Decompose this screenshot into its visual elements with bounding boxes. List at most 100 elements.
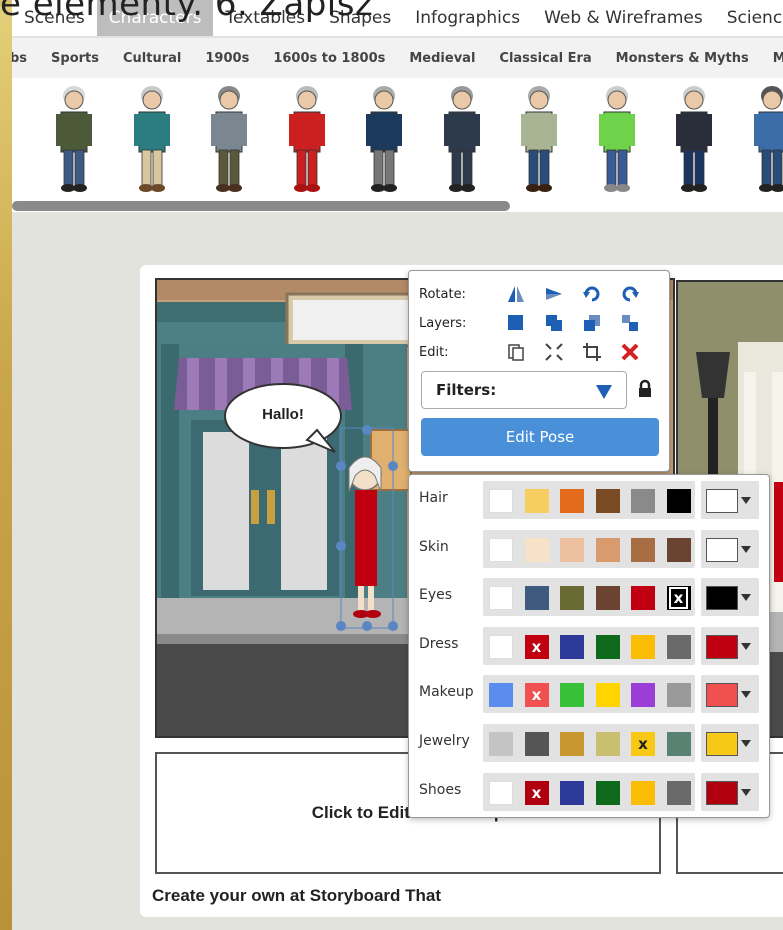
rotate-label: Rotate: — [419, 286, 466, 302]
send-backward-icon[interactable] — [573, 312, 611, 334]
color-swatch[interactable] — [489, 683, 513, 708]
color-row-label: Dress — [419, 635, 459, 652]
color-swatch[interactable] — [631, 683, 655, 708]
character-figure — [521, 86, 557, 192]
character-figure — [753, 86, 783, 192]
color-swatch[interactable] — [595, 489, 620, 513]
color-picker-dropdown[interactable] — [701, 724, 759, 762]
character-thumbnail[interactable] — [517, 84, 561, 196]
color-swatch[interactable] — [489, 537, 513, 562]
color-picker-dropdown[interactable] — [701, 675, 759, 714]
color-swatch[interactable] — [524, 732, 549, 756]
color-swatch[interactable] — [666, 537, 691, 562]
subcategory-tab[interactable]: Sports — [39, 51, 111, 66]
color-swatch[interactable] — [631, 586, 655, 611]
bring-forward-icon[interactable] — [535, 312, 573, 334]
character-thumbnail[interactable] — [672, 84, 716, 196]
color-swatch[interactable]: x — [524, 683, 549, 708]
color-swatch[interactable] — [666, 732, 691, 756]
subcategory-tab[interactable]: Cultural — [111, 51, 193, 66]
category-tab[interactable]: Infographics — [403, 0, 532, 36]
subcategory-tab[interactable]: 1600s to 1800s — [261, 51, 397, 66]
color-picker-dropdown[interactable] — [701, 481, 759, 519]
color-swatch[interactable] — [560, 780, 584, 805]
color-row-label: Eyes — [419, 587, 453, 604]
color-swatch[interactable] — [524, 489, 549, 513]
color-swatch[interactable]: x — [666, 586, 691, 611]
swatch-group — [483, 481, 695, 519]
delete-icon[interactable] — [611, 341, 649, 363]
color-swatch[interactable] — [489, 732, 513, 756]
rotate-row: Rotate: — [419, 283, 649, 305]
color-swatch[interactable] — [524, 586, 549, 611]
character-thumbnail[interactable] — [285, 84, 329, 196]
edit-pose-button[interactable]: Edit Pose — [421, 418, 659, 456]
subcategory-tab[interactable]: Monsters & Myths — [604, 51, 761, 66]
color-row-label: Hair — [419, 490, 448, 506]
character-library-scrollbar[interactable] — [12, 201, 510, 211]
color-swatch[interactable] — [666, 634, 691, 659]
flip-horizontal-icon[interactable] — [497, 283, 535, 305]
character-thumbnail[interactable] — [130, 84, 174, 196]
speech-bubble-text[interactable]: Hallo! — [253, 406, 313, 423]
send-to-back-icon[interactable] — [611, 312, 649, 334]
subcategory-tab[interactable]: 1900s — [193, 51, 261, 66]
color-swatch[interactable] — [489, 489, 513, 513]
color-picker-dropdown[interactable] — [701, 529, 759, 568]
color-picker-dropdown[interactable] — [701, 626, 759, 665]
color-swatch[interactable] — [524, 537, 549, 562]
character-thumbnail[interactable] — [750, 84, 783, 196]
color-swatch[interactable] — [489, 780, 513, 805]
color-swatch[interactable] — [560, 537, 584, 562]
color-swatch[interactable] — [631, 489, 655, 513]
chevron-down-icon — [741, 642, 751, 650]
color-swatch[interactable] — [666, 489, 691, 513]
color-swatch[interactable] — [666, 683, 691, 708]
color-swatch[interactable] — [631, 634, 655, 659]
color-swatch[interactable] — [595, 634, 620, 659]
color-swatch[interactable] — [560, 586, 584, 611]
character-thumbnail[interactable] — [362, 84, 406, 196]
color-swatch[interactable] — [560, 732, 584, 756]
color-swatch[interactable]: x — [524, 634, 549, 659]
subcategory-tab[interactable]: Mytho — [761, 51, 783, 66]
color-row-eyes: Eyes x — [409, 578, 771, 617]
crop-icon[interactable] — [573, 341, 611, 363]
selected-swatch-mark: x — [638, 735, 648, 753]
color-swatch[interactable] — [560, 634, 584, 659]
character-thumbnail[interactable] — [52, 84, 96, 196]
color-swatch[interactable] — [489, 586, 513, 611]
color-picker-dropdown[interactable] — [701, 772, 759, 811]
color-swatch[interactable] — [595, 732, 620, 756]
color-swatch[interactable]: x — [524, 780, 549, 805]
subcategory-tab[interactable]: bs — [12, 51, 39, 66]
color-swatch[interactable]: x — [631, 732, 655, 756]
rotate-right-icon[interactable] — [611, 283, 649, 305]
character-thumbnail[interactable] — [440, 84, 484, 196]
color-swatch[interactable] — [631, 780, 655, 805]
copy-icon[interactable] — [497, 341, 535, 363]
category-tab[interactable]: Science — [715, 0, 783, 36]
color-swatch[interactable] — [489, 634, 513, 659]
color-swatch[interactable] — [666, 780, 691, 805]
bring-to-front-icon[interactable] — [497, 312, 535, 334]
resize-icon[interactable] — [535, 341, 573, 363]
subcategory-tab[interactable]: Classical Era — [487, 51, 603, 66]
color-swatch[interactable] — [631, 537, 655, 562]
character-thumbnail[interactable] — [207, 84, 251, 196]
rotate-left-icon[interactable] — [573, 283, 611, 305]
color-swatch[interactable] — [595, 586, 620, 611]
color-swatch[interactable] — [595, 537, 620, 562]
category-tab[interactable]: Web & Wireframes — [532, 0, 715, 36]
filters-dropdown[interactable]: Filters: — [421, 371, 627, 409]
color-swatch[interactable] — [595, 780, 620, 805]
character-thumbnail[interactable] — [595, 84, 639, 196]
subcategory-tab[interactable]: Medieval — [397, 51, 487, 66]
color-swatch[interactable] — [595, 683, 620, 708]
flip-vertical-icon[interactable] — [535, 283, 573, 305]
color-picker-dropdown[interactable] — [701, 578, 759, 617]
color-swatch[interactable] — [560, 489, 584, 513]
lock-icon[interactable] — [635, 379, 655, 399]
color-swatch[interactable] — [560, 683, 584, 708]
subcategory-tabs: bs Sports Cultural 1900s 1600s to 1800s Medie… — [12, 38, 783, 78]
